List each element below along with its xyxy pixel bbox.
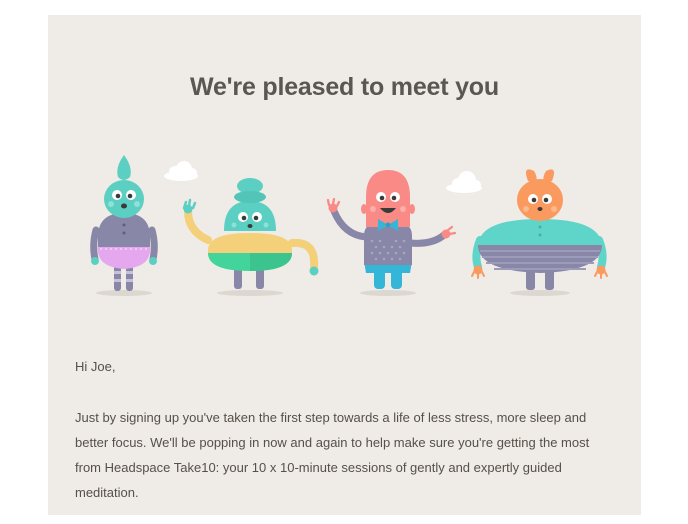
email-body-text: Just by signing up you've taken the firs… <box>75 410 590 500</box>
characters-illustration <box>90 155 608 296</box>
greeting-text: Hi Joe, <box>75 359 116 374</box>
pink-bowtie-character <box>326 170 457 296</box>
orange-round-character <box>471 169 608 296</box>
yellow-arm-character <box>182 178 319 296</box>
welcome-email-card: We're pleased to meet you Hi Joe, Just b… <box>48 15 641 515</box>
cloud-icon <box>446 171 482 193</box>
cloud-icon <box>164 161 198 181</box>
teal-dress-character <box>90 155 158 296</box>
